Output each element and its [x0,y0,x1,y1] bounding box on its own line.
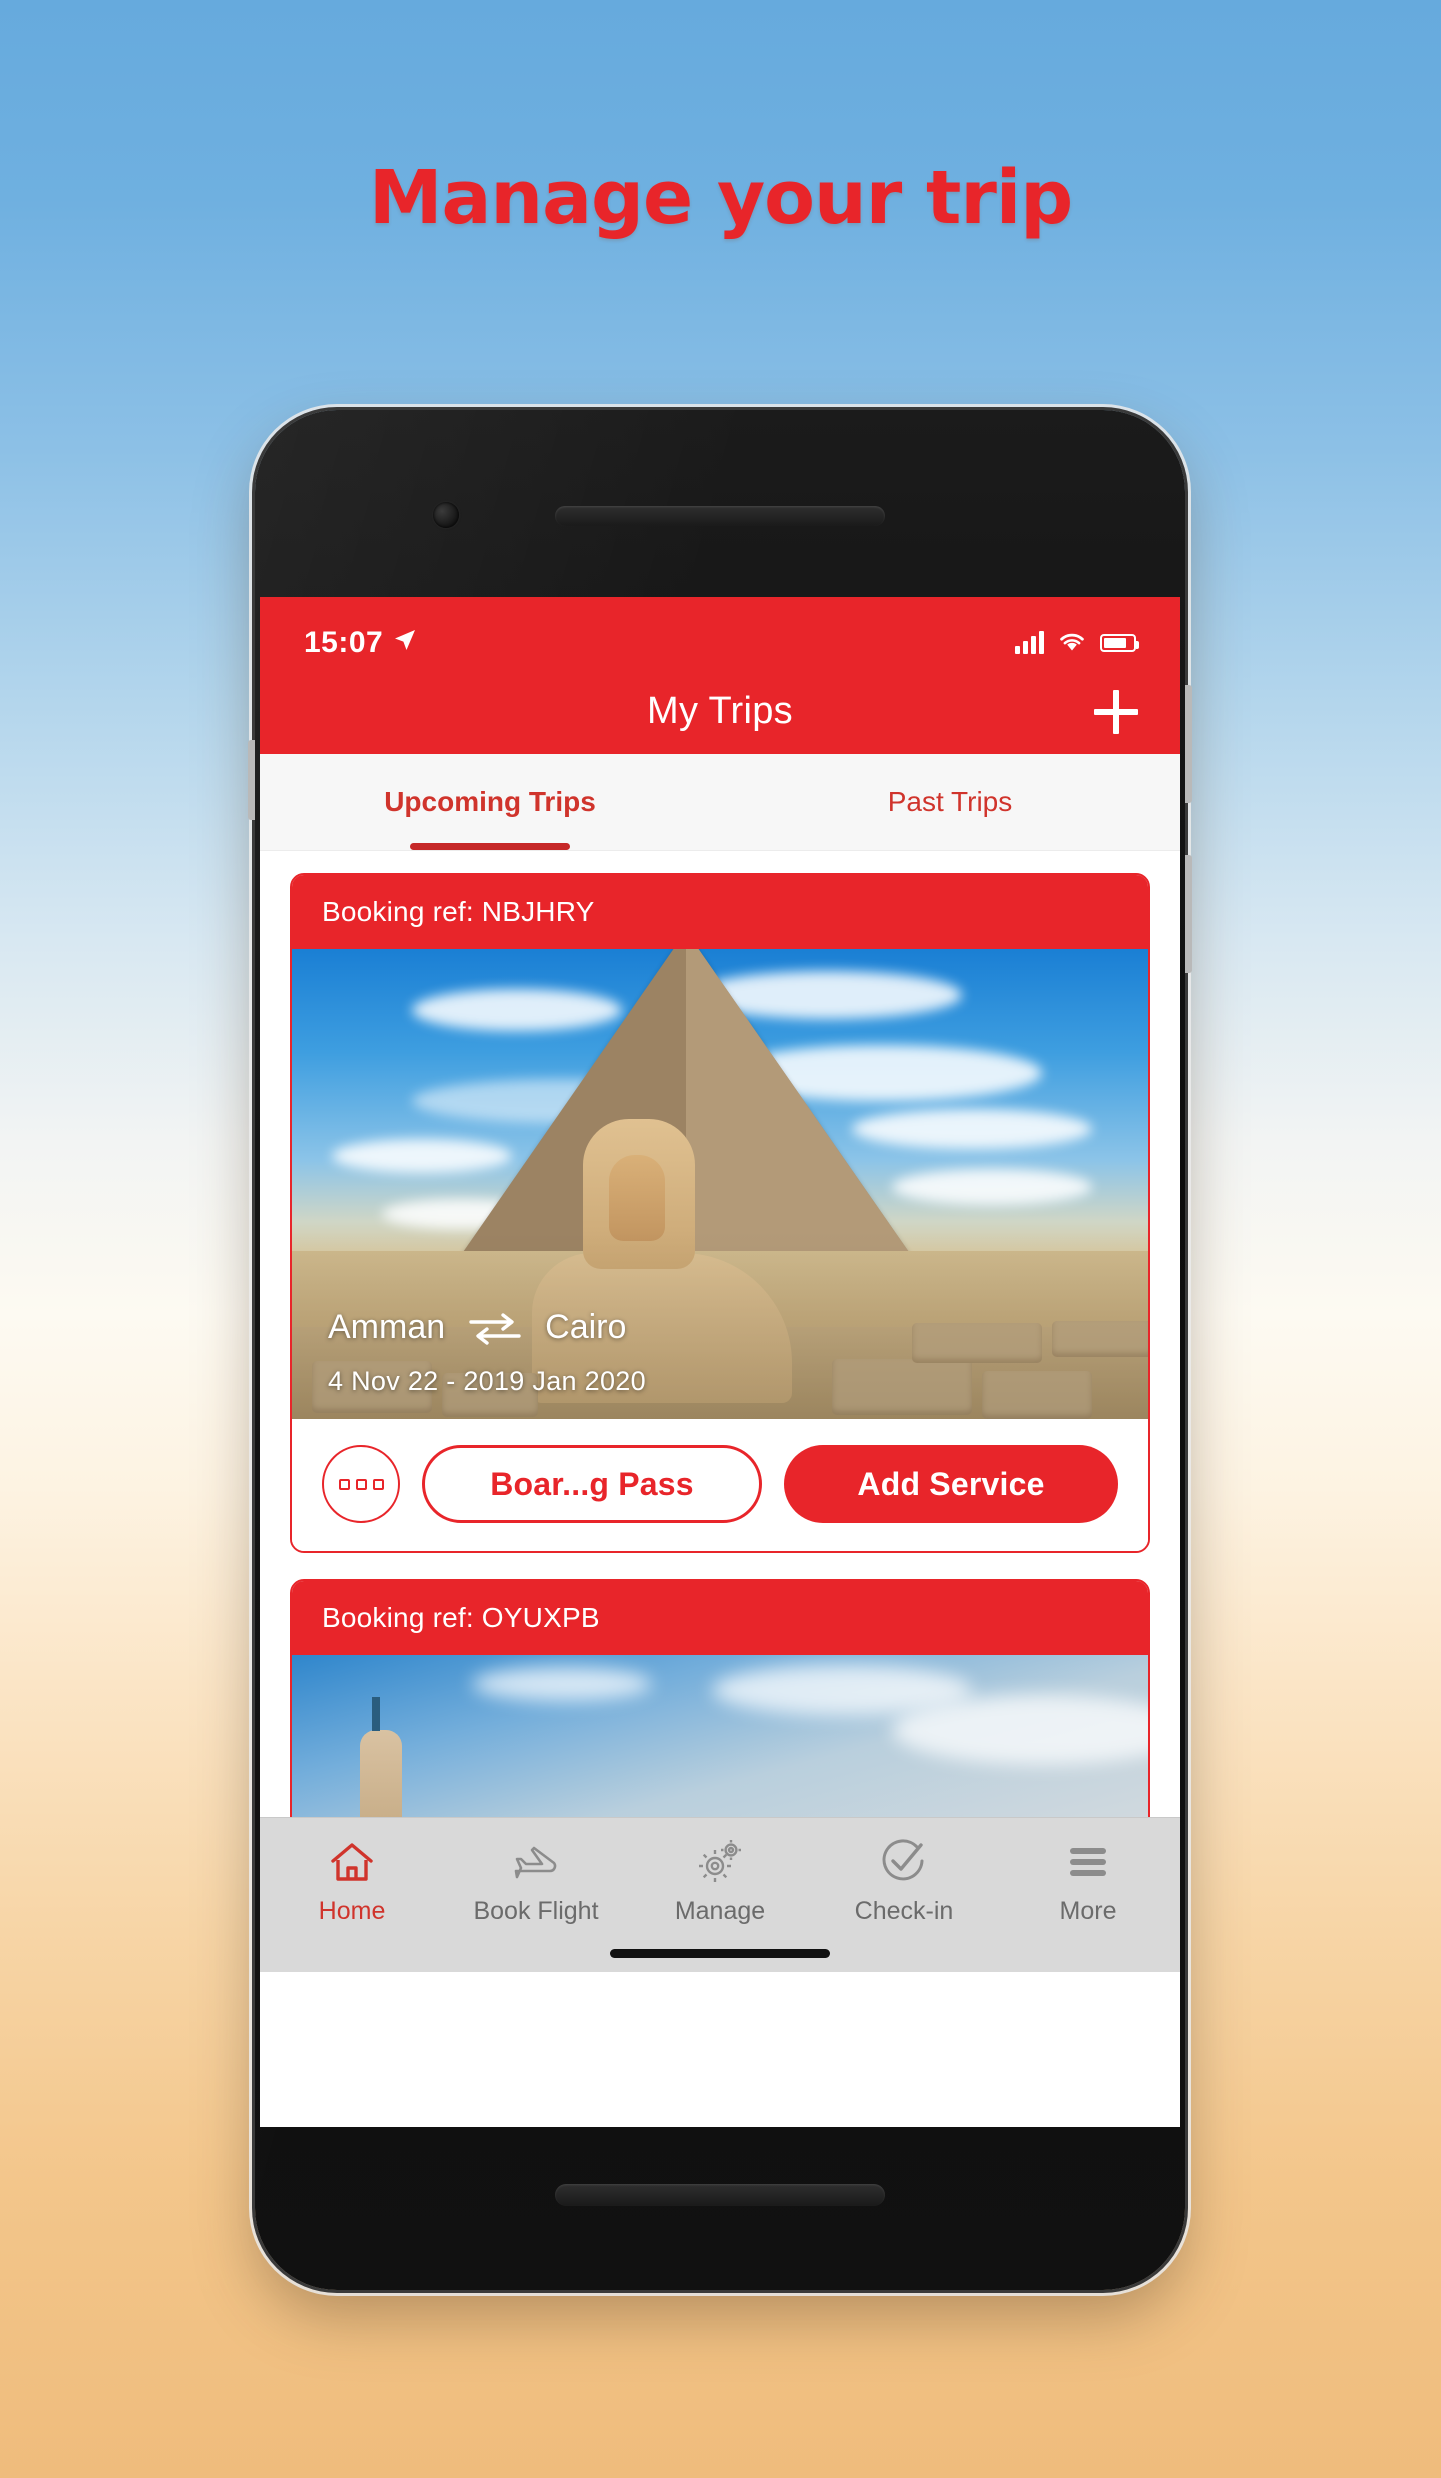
page-title: Manage your trip [368,155,1073,241]
nav-item-book-flight-label: Book Flight [473,1897,599,1925]
battery-icon [1100,634,1139,652]
phone-screen: 15:07 My Trips Upcoming Trips Past Trips… [260,597,1180,2127]
trip-dates: 4 Nov 22 - 2019 Jan 2020 [328,1366,646,1396]
bottom-navigation-bar: Home Book Flight Manage Check-in More [260,1817,1180,1972]
trip-destination: Cairo [545,1308,627,1346]
front-camera-icon [433,502,459,528]
nav-item-check-in[interactable]: Check-in [812,1836,996,1926]
home-indicator[interactable] [610,1949,830,1958]
two-way-arrows-icon [467,1311,523,1345]
three-dots-icon[interactable] [322,1445,400,1523]
boarding-pass-button[interactable]: Boar...g Pass [422,1445,762,1523]
booking-ref-header: Booking ref: NBJHRY [292,875,1148,949]
booking-ref-header: Booking ref: OYUXPB [292,1581,1148,1655]
nav-item-more[interactable]: More [996,1836,1180,1926]
status-bar-right [1015,630,1139,657]
nav-item-more-label: More [1059,1897,1117,1925]
gears-icon [695,1836,745,1888]
hamburger-menu-icon [1065,1836,1111,1888]
trips-tab-bar: Upcoming Trips Past Trips [260,754,1180,851]
tab-past-trips[interactable]: Past Trips [720,754,1180,850]
power-button[interactable] [248,740,255,820]
status-bar-time: 15:07 [304,626,384,659]
active-tab-indicator [410,843,570,850]
nav-item-book-flight[interactable]: Book Flight [444,1836,628,1926]
location-arrow-icon [393,626,417,660]
trip-card[interactable]: Booking ref: NBJHRY Amman Cairo 4 Nov 22… [290,873,1150,1553]
add-trip-button[interactable] [1094,689,1138,734]
trips-list[interactable]: Booking ref: NBJHRY Amman Cairo 4 Nov 22… [260,851,1180,1972]
app-bar: My Trips [260,669,1180,754]
earpiece-speaker [555,506,885,526]
trip-destination-image [292,1655,1148,1835]
status-bar: 15:07 [260,597,1180,669]
minaret-spire [372,1697,380,1731]
nav-item-home[interactable]: Home [260,1836,444,1926]
nav-item-manage-label: Manage [674,1897,766,1925]
tab-upcoming-trips-label: Upcoming Trips [384,786,596,817]
nav-item-home-label: Home [318,1897,386,1925]
tab-past-trips-label: Past Trips [887,786,1013,817]
home-icon [329,1836,375,1888]
trip-card-actions: Boar...g Pass Add Service [292,1419,1148,1551]
status-bar-left: 15:07 [304,626,417,660]
check-circle-icon [879,1836,929,1888]
airplane-icon [510,1836,562,1888]
trip-destination-image: Amman Cairo 4 Nov 22 - 2019 Jan 2020 [292,949,1148,1419]
wifi-icon [1058,630,1086,657]
add-service-button[interactable]: Add Service [784,1445,1118,1523]
trip-route: Amman Cairo [328,1308,626,1347]
trip-card[interactable]: Booking ref: OYUXPB [290,1579,1150,1837]
tab-upcoming-trips[interactable]: Upcoming Trips [260,754,720,850]
nav-item-manage[interactable]: Manage [628,1836,812,1926]
volume-up-button[interactable] [1185,685,1192,803]
app-bar-title: My Trips [647,690,793,732]
phone-device-frame: 15:07 My Trips Upcoming Trips Past Trips… [248,410,1192,2290]
volume-down-button[interactable] [1185,855,1192,973]
bottom-speaker-grille [555,2184,885,2206]
cellular-signal-icon [1015,631,1044,654]
trip-origin: Amman [328,1308,446,1346]
nav-item-check-in-label: Check-in [854,1897,954,1925]
